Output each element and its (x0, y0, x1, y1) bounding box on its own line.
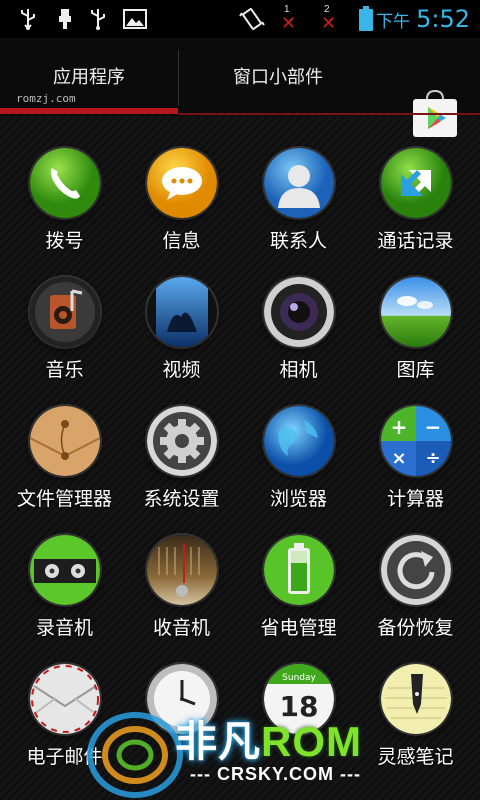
app-label: 系统设置 (143, 488, 220, 510)
app-label: 计算器 (386, 488, 444, 510)
music-icon (29, 277, 100, 347)
app-phone[interactable]: 拨号 (6, 148, 123, 278)
no-signal-sim2-icon: 2 ✕ (321, 4, 337, 34)
app-label: 图库 (396, 359, 435, 381)
app-settings[interactable]: 系统设置 (123, 406, 240, 536)
crsky-watermark: 非凡ROM --- CRSKY.COM --- (80, 700, 400, 800)
app-label: 视频 (162, 359, 201, 381)
vibrate-icon (238, 0, 266, 38)
svg-text:−: − (424, 415, 441, 439)
crsky-logo-icon (87, 712, 183, 798)
clock-time: 5:52 (416, 5, 470, 33)
app-contacts[interactable]: 联系人 (240, 148, 357, 278)
tab-widgets[interactable]: 窗口小部件 (180, 38, 376, 114)
app-label: 音乐 (45, 359, 84, 381)
app-recorder[interactable]: 录音机 (6, 535, 123, 665)
app-radio[interactable]: 收音机 (123, 535, 240, 665)
app-label: 相机 (279, 359, 318, 381)
settings-icon (146, 406, 217, 476)
app-label: 省电管理 (260, 617, 337, 639)
crsky-title-rom: ROM (261, 718, 363, 765)
app-messaging[interactable]: 信息 (123, 148, 240, 278)
app-calculator[interactable]: + − × ÷ 计算器 (357, 406, 474, 536)
app-backup[interactable]: 备份恢复 (357, 535, 474, 665)
svg-text:×: × (391, 448, 406, 469)
call-log-icon (380, 148, 451, 218)
recorder-icon (29, 535, 100, 605)
app-battery-manager[interactable]: 省电管理 (240, 535, 357, 665)
clock-ampm: 下午 (376, 11, 411, 32)
camera-icon (263, 277, 334, 347)
app-camera[interactable]: 相机 (240, 277, 357, 407)
app-gallery[interactable]: 图库 (357, 277, 474, 407)
gallery-icon (380, 277, 451, 347)
app-label: 录音机 (35, 617, 93, 639)
app-label: 通话记录 (377, 230, 454, 252)
app-video[interactable]: 视频 (123, 277, 240, 407)
usb-icon (88, 0, 108, 38)
no-signal-sim1-icon: 1 ✕ (281, 4, 297, 34)
contacts-icon (263, 148, 334, 218)
image-icon (122, 0, 148, 38)
messaging-icon (146, 148, 217, 218)
svg-text:÷: ÷ (425, 448, 440, 469)
app-browser[interactable]: 浏览器 (240, 406, 357, 536)
app-label: 收音机 (152, 617, 210, 639)
app-music[interactable]: 音乐 (6, 277, 123, 407)
battery-icon (356, 0, 376, 38)
tab-baseline (178, 113, 480, 115)
tab-bar: 应用程序 窗口小部件 romzj.com (0, 38, 480, 137)
crsky-title: 非凡ROM (175, 708, 362, 769)
clock: 下午 5:52 (376, 0, 470, 38)
app-label: 备份恢复 (377, 617, 454, 639)
watermark-text: romzj.com (16, 92, 76, 105)
video-icon (146, 277, 217, 347)
backup-icon (380, 535, 451, 605)
tab-divider (178, 50, 179, 106)
app-label: 联系人 (269, 230, 327, 252)
app-file-manager[interactable]: 文件管理器 (6, 406, 123, 536)
crsky-title-cn: 非凡 (175, 718, 262, 765)
app-call-log[interactable]: 通话记录 (357, 148, 474, 278)
calculator-icon: + − × ÷ (380, 406, 451, 476)
app-label: 拨号 (45, 230, 84, 252)
usb-debug-icon (55, 0, 75, 38)
radio-icon (146, 535, 217, 605)
svg-text:+: + (390, 415, 407, 439)
app-label: 信息 (162, 230, 201, 252)
file-manager-icon (29, 406, 100, 476)
app-label: 浏览器 (269, 488, 327, 510)
phone-icon (29, 148, 100, 218)
battery-manager-icon (263, 535, 334, 605)
calendar-day-name: Sunday (282, 673, 316, 683)
crsky-url: --- CRSKY.COM --- (190, 764, 361, 784)
app-label: 文件管理器 (16, 488, 112, 510)
browser-icon (263, 406, 334, 476)
status-bar: 1 ✕ 2 ✕ 下午 5:52 (0, 0, 480, 38)
usb-icon (18, 0, 38, 38)
tab-active-indicator (0, 108, 178, 114)
